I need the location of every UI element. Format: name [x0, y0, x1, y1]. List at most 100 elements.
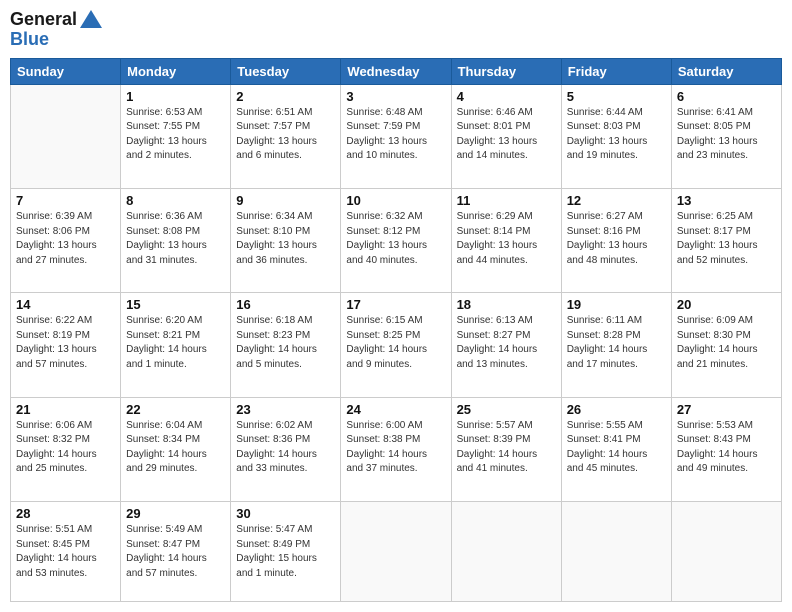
calendar-cell: 20Sunrise: 6:09 AM Sunset: 8:30 PM Dayli…: [671, 293, 781, 397]
day-number: 3: [346, 89, 445, 104]
day-info: Sunrise: 5:51 AM Sunset: 8:45 PM Dayligh…: [16, 523, 115, 581]
calendar-cell: 7 Sunrise: 6:39 AM Sunset: 8:06 PM Daylig…: [11, 189, 121, 293]
day-info: Sunrise: 6:27 AM Sunset: 8:16 PM Dayligh…: [567, 210, 666, 268]
day-number: 18: [457, 297, 556, 312]
day-info: Sunrise: 6:46 AM Sunset: 8:01 PM Dayligh…: [457, 106, 556, 164]
calendar-cell: 24 Sunrise: 6:00 AM Sunset: 8:38 PM Dayli…: [341, 397, 451, 501]
day-number: 23: [236, 402, 335, 417]
calendar-cell: 3 Sunrise: 6:48 AM Sunset: 7:59 PM Daylig…: [341, 84, 451, 188]
day-number: 20: [677, 297, 776, 312]
calendar-cell: 27 Sunrise: 5:53 AM Sunset: 8:43 PM Dayli…: [671, 397, 781, 501]
day-number: 30: [236, 506, 335, 521]
calendar-cell: 14 Sunrise: 6:22 AM Sunset: 8:19 PM Dayli…: [11, 293, 121, 397]
day-number: 15: [126, 297, 225, 312]
calendar-cell: 12 Sunrise: 6:27 AM Sunset: 8:16 PM Dayli…: [561, 189, 671, 293]
day-info: Sunrise: 6:00 AM Sunset: 8:38 PM Dayligh…: [346, 419, 445, 477]
calendar-cell: [451, 502, 561, 602]
calendar-cell: 17Sunrise: 6:15 AM Sunset: 8:25 PM Dayli…: [341, 293, 451, 397]
day-info: Sunrise: 5:49 AM Sunset: 8:47 PM Dayligh…: [126, 523, 225, 581]
day-info: Sunrise: 6:48 AM Sunset: 7:59 PM Dayligh…: [346, 106, 445, 164]
day-number: 1: [126, 89, 225, 104]
calendar-cell: 22 Sunrise: 6:04 AM Sunset: 8:34 PM Dayli…: [121, 397, 231, 501]
header: General Blue: [10, 10, 782, 50]
day-number: 13: [677, 193, 776, 208]
calendar-cell: 13 Sunrise: 6:25 AM Sunset: 8:17 PM Dayli…: [671, 189, 781, 293]
day-info: Sunrise: 6:18 AM Sunset: 8:23 PM Dayligh…: [236, 314, 335, 372]
day-info: Sunrise: 6:04 AM Sunset: 8:34 PM Dayligh…: [126, 419, 225, 477]
day-info: Sunrise: 6:39 AM Sunset: 8:06 PM Dayligh…: [16, 210, 115, 268]
day-number: 24: [346, 402, 445, 417]
calendar-header-thursday: Thursday: [451, 58, 561, 84]
calendar-cell: 25 Sunrise: 5:57 AM Sunset: 8:39 PM Dayli…: [451, 397, 561, 501]
day-info: Sunrise: 6:32 AM Sunset: 8:12 PM Dayligh…: [346, 210, 445, 268]
calendar-cell: 5 Sunrise: 6:44 AM Sunset: 8:03 PM Daylig…: [561, 84, 671, 188]
calendar-week-row: 1 Sunrise: 6:53 AM Sunset: 7:55 PM Daylig…: [11, 84, 782, 188]
calendar-header-row: SundayMondayTuesdayWednesdayThursdayFrid…: [11, 58, 782, 84]
calendar-cell: [11, 84, 121, 188]
calendar-cell: [341, 502, 451, 602]
calendar-week-row: 14 Sunrise: 6:22 AM Sunset: 8:19 PM Dayli…: [11, 293, 782, 397]
day-info: Sunrise: 5:57 AM Sunset: 8:39 PM Dayligh…: [457, 419, 556, 477]
day-number: 17: [346, 297, 445, 312]
calendar-cell: 10Sunrise: 6:32 AM Sunset: 8:12 PM Dayli…: [341, 189, 451, 293]
day-info: Sunrise: 6:02 AM Sunset: 8:36 PM Dayligh…: [236, 419, 335, 477]
calendar-cell: 29Sunrise: 5:49 AM Sunset: 8:47 PM Dayli…: [121, 502, 231, 602]
calendar-week-row: 7 Sunrise: 6:39 AM Sunset: 8:06 PM Daylig…: [11, 189, 782, 293]
calendar-cell: 15 Sunrise: 6:20 AM Sunset: 8:21 PM Dayli…: [121, 293, 231, 397]
calendar-cell: 18 Sunrise: 6:13 AM Sunset: 8:27 PM Dayli…: [451, 293, 561, 397]
calendar-header-monday: Monday: [121, 58, 231, 84]
calendar-cell: 8 Sunrise: 6:36 AM Sunset: 8:08 PM Daylig…: [121, 189, 231, 293]
day-number: 12: [567, 193, 666, 208]
day-info: Sunrise: 5:53 AM Sunset: 8:43 PM Dayligh…: [677, 419, 776, 477]
day-number: 25: [457, 402, 556, 417]
calendar-cell: [561, 502, 671, 602]
calendar-header-tuesday: Tuesday: [231, 58, 341, 84]
calendar-cell: 16Sunrise: 6:18 AM Sunset: 8:23 PM Dayli…: [231, 293, 341, 397]
day-number: 21: [16, 402, 115, 417]
calendar-cell: 2 Sunrise: 6:51 AM Sunset: 7:57 PM Daylig…: [231, 84, 341, 188]
day-number: 22: [126, 402, 225, 417]
day-info: Sunrise: 6:06 AM Sunset: 8:32 PM Dayligh…: [16, 419, 115, 477]
calendar-table: SundayMondayTuesdayWednesdayThursdayFrid…: [10, 58, 782, 602]
logo-text-blue: Blue: [10, 30, 102, 50]
calendar-cell: 26 Sunrise: 5:55 AM Sunset: 8:41 PM Dayli…: [561, 397, 671, 501]
day-number: 14: [16, 297, 115, 312]
calendar-cell: 4 Sunrise: 6:46 AM Sunset: 8:01 PM Daylig…: [451, 84, 561, 188]
calendar-header-sunday: Sunday: [11, 58, 121, 84]
day-number: 2: [236, 89, 335, 104]
calendar-cell: 19Sunrise: 6:11 AM Sunset: 8:28 PM Dayli…: [561, 293, 671, 397]
day-number: 9: [236, 193, 335, 208]
day-number: 27: [677, 402, 776, 417]
calendar-header-friday: Friday: [561, 58, 671, 84]
day-info: Sunrise: 6:22 AM Sunset: 8:19 PM Dayligh…: [16, 314, 115, 372]
day-number: 8: [126, 193, 225, 208]
logo-text-general: General: [10, 10, 77, 30]
calendar-cell: 9Sunrise: 6:34 AM Sunset: 8:10 PM Daylig…: [231, 189, 341, 293]
day-info: Sunrise: 6:29 AM Sunset: 8:14 PM Dayligh…: [457, 210, 556, 268]
day-info: Sunrise: 6:13 AM Sunset: 8:27 PM Dayligh…: [457, 314, 556, 372]
day-info: Sunrise: 6:53 AM Sunset: 7:55 PM Dayligh…: [126, 106, 225, 164]
logo: General Blue: [10, 10, 102, 50]
calendar-cell: 23 Sunrise: 6:02 AM Sunset: 8:36 PM Dayli…: [231, 397, 341, 501]
calendar-header-saturday: Saturday: [671, 58, 781, 84]
logo-icon: [80, 10, 102, 28]
day-info: Sunrise: 6:25 AM Sunset: 8:17 PM Dayligh…: [677, 210, 776, 268]
calendar-week-row: 28Sunrise: 5:51 AM Sunset: 8:45 PM Dayli…: [11, 502, 782, 602]
day-info: Sunrise: 6:20 AM Sunset: 8:21 PM Dayligh…: [126, 314, 225, 372]
day-info: Sunrise: 6:51 AM Sunset: 7:57 PM Dayligh…: [236, 106, 335, 164]
calendar-week-row: 21 Sunrise: 6:06 AM Sunset: 8:32 PM Dayli…: [11, 397, 782, 501]
day-info: Sunrise: 6:36 AM Sunset: 8:08 PM Dayligh…: [126, 210, 225, 268]
calendar-cell: 30 Sunrise: 5:47 AM Sunset: 8:49 PM Dayli…: [231, 502, 341, 602]
calendar-cell: 11Sunrise: 6:29 AM Sunset: 8:14 PM Dayli…: [451, 189, 561, 293]
day-info: Sunrise: 6:44 AM Sunset: 8:03 PM Dayligh…: [567, 106, 666, 164]
calendar-cell: 6Sunrise: 6:41 AM Sunset: 8:05 PM Daylig…: [671, 84, 781, 188]
day-info: Sunrise: 5:55 AM Sunset: 8:41 PM Dayligh…: [567, 419, 666, 477]
day-info: Sunrise: 5:47 AM Sunset: 8:49 PM Dayligh…: [236, 523, 335, 581]
day-info: Sunrise: 6:11 AM Sunset: 8:28 PM Dayligh…: [567, 314, 666, 372]
day-number: 7: [16, 193, 115, 208]
day-number: 5: [567, 89, 666, 104]
day-number: 4: [457, 89, 556, 104]
calendar-header-wednesday: Wednesday: [341, 58, 451, 84]
day-number: 26: [567, 402, 666, 417]
page: General Blue SundayMondayTuesdayWednesda…: [0, 0, 792, 612]
